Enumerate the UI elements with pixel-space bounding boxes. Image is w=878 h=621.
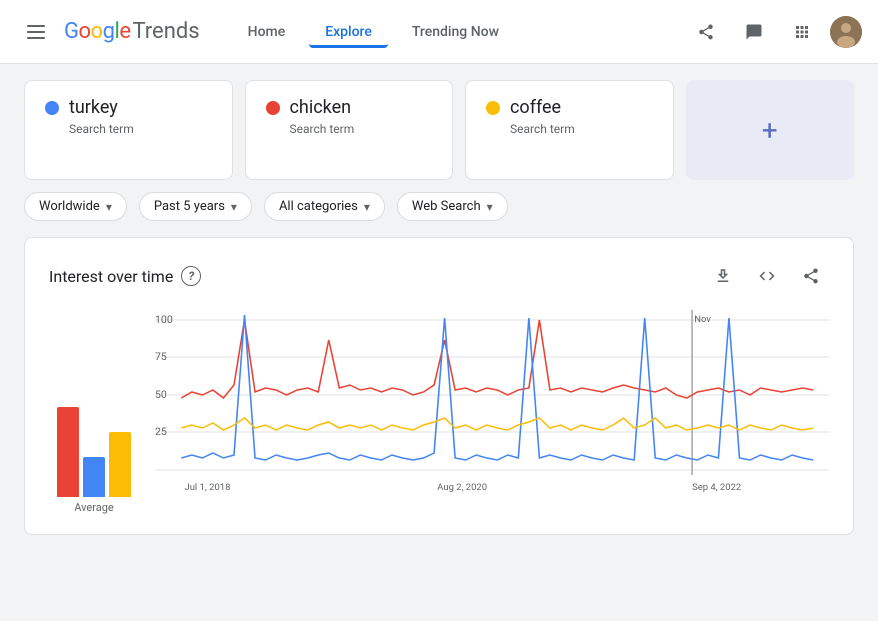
coffee-type: Search term (486, 122, 653, 136)
chicken-name: chicken (290, 97, 352, 118)
svg-text:25: 25 (155, 425, 167, 438)
svg-text:Nov: Nov (694, 314, 711, 325)
filter-websearch[interactable]: Web Search ▾ (397, 192, 508, 221)
download-icon[interactable] (705, 258, 741, 294)
nav-home[interactable]: Home (232, 16, 302, 48)
add-icon: + (762, 114, 778, 147)
avg-bar-chicken (57, 407, 79, 497)
help-icon[interactable]: ? (181, 266, 201, 286)
coffee-name: coffee (510, 97, 561, 118)
trend-chart-svg: 100 75 50 25 Nov Jul 1, 2018 Aug 2, (155, 310, 829, 510)
embed-icon[interactable] (749, 258, 785, 294)
chicken-line (181, 320, 813, 398)
avg-bars (57, 357, 131, 497)
main-content: turkey Search term chicken Search term c… (0, 64, 878, 551)
svg-text:Jul 1, 2018: Jul 1, 2018 (184, 482, 230, 493)
avatar[interactable] (830, 16, 862, 48)
svg-text:Sep 4, 2022: Sep 4, 2022 (692, 482, 741, 493)
svg-text:75: 75 (155, 350, 167, 363)
search-term-turkey[interactable]: turkey Search term (24, 80, 233, 180)
chart-actions (705, 258, 829, 294)
filters-row: Worldwide ▾ Past 5 years ▾ All categorie… (24, 192, 854, 221)
chevron-down-icon: ▾ (231, 200, 237, 214)
chart-title-group: Interest over time ? (49, 266, 201, 286)
search-terms-row: turkey Search term chicken Search term c… (24, 80, 854, 180)
svg-text:Aug 2, 2020: Aug 2, 2020 (437, 482, 487, 493)
chart-average: Average (49, 310, 139, 514)
interest-over-time-card: Interest over time ? (24, 237, 854, 535)
header-actions (686, 12, 862, 52)
turkey-type: Search term (45, 122, 212, 136)
chart-share-icon[interactable] (793, 258, 829, 294)
nav-explore[interactable]: Explore (309, 16, 388, 48)
header: Google Trends Home Explore Trending Now (0, 0, 878, 64)
svg-text:100: 100 (155, 313, 173, 326)
turkey-name: turkey (69, 97, 118, 118)
google-wordmark: Google (64, 19, 130, 44)
chart-title: Interest over time (49, 267, 173, 286)
filter-past5years[interactable]: Past 5 years ▾ (139, 192, 252, 221)
coffee-line (181, 418, 813, 430)
chevron-down-icon: ▾ (487, 200, 493, 214)
coffee-dot (486, 101, 500, 115)
avg-bar-turkey (83, 457, 105, 497)
message-icon[interactable] (734, 12, 774, 52)
chart-area: Average 100 75 50 25 (49, 310, 829, 514)
trends-wordmark: Trends (132, 19, 199, 44)
chicken-type: Search term (266, 122, 433, 136)
main-nav: Home Explore Trending Now (232, 16, 686, 48)
search-term-coffee[interactable]: coffee Search term (465, 80, 674, 180)
avg-label: Average (74, 501, 114, 514)
add-search-term-card[interactable]: + (686, 80, 855, 180)
filter-allcategories[interactable]: All categories ▾ (264, 192, 385, 221)
avg-bar-coffee (109, 432, 131, 497)
share-icon[interactable] (686, 12, 726, 52)
logo: Google Trends (64, 19, 200, 44)
chevron-down-icon: ▾ (364, 200, 370, 214)
svg-text:50: 50 (155, 388, 167, 401)
chart-header: Interest over time ? (49, 258, 829, 294)
chart-main: 100 75 50 25 Nov Jul 1, 2018 Aug 2, (155, 310, 829, 514)
nav-trending-now[interactable]: Trending Now (396, 16, 515, 48)
apps-icon[interactable] (782, 12, 822, 52)
turkey-dot (45, 101, 59, 115)
menu-icon[interactable] (16, 12, 56, 52)
search-term-chicken[interactable]: chicken Search term (245, 80, 454, 180)
chicken-dot (266, 101, 280, 115)
chevron-down-icon: ▾ (106, 200, 112, 214)
filter-worldwide[interactable]: Worldwide ▾ (24, 192, 127, 221)
